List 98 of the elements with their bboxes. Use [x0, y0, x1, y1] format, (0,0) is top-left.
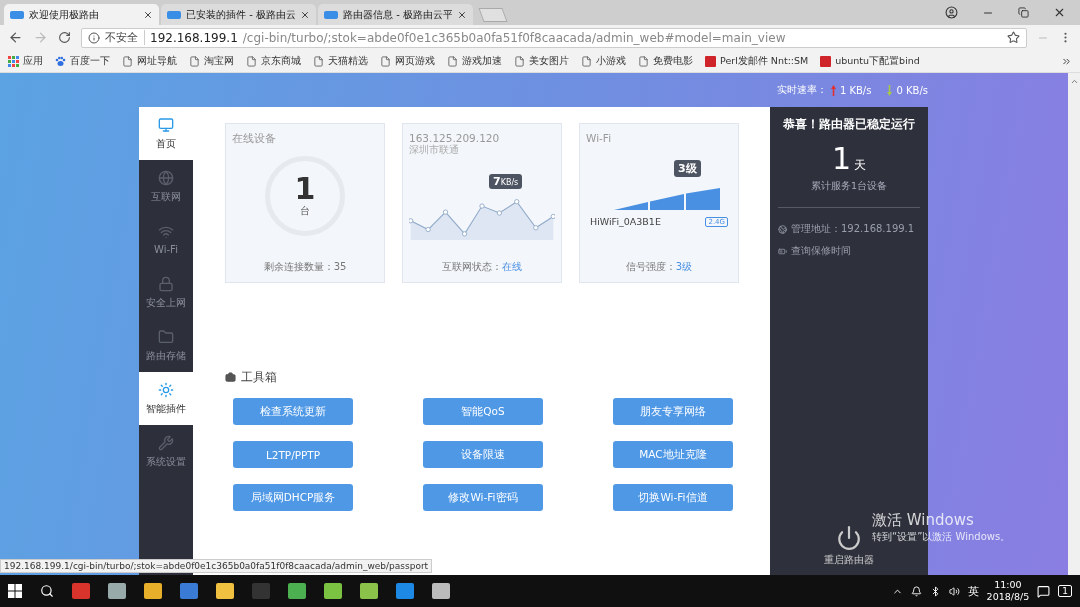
page-icon: [638, 55, 649, 67]
remaining-connections: 剩余连接数量：35: [262, 260, 348, 274]
page-icon: [313, 55, 324, 67]
uptime-days: 1: [831, 144, 852, 174]
page-icon: [122, 55, 133, 67]
profile-icon[interactable]: [945, 6, 958, 19]
rate-label: 实时速率：: [776, 83, 827, 97]
bookmark-favicon: [705, 55, 716, 67]
tab-title: 欢迎使用极路由: [29, 7, 100, 22]
sun-icon: [158, 381, 174, 398]
wrench-icon: [158, 434, 174, 451]
monitor-icon: [158, 116, 174, 133]
bookmark-link[interactable]: 美女图片: [529, 54, 569, 68]
bookmark-link[interactable]: 百度一下: [70, 54, 110, 68]
globe-icon: [778, 224, 787, 234]
page-icon: [581, 55, 592, 67]
site-favicon: [167, 10, 181, 19]
address-field[interactable]: 不安全 192.168.199.1 /cgi-bin/turbo/;stok=abde0f0e1c365b0a0fa51f0f8caacada/admin_web#model=main_view: [81, 27, 1027, 48]
signal-strength: 信号强度：3级: [624, 260, 694, 274]
bookmark-link[interactable]: 游戏加速: [462, 54, 502, 68]
speed-badge: 7KB/s: [489, 174, 523, 189]
wifi-ssid: HiWiFi_0A3B1E: [590, 216, 661, 227]
bookmark-link[interactable]: 天猫精选: [328, 54, 368, 68]
new-tab-button[interactable]: [478, 8, 508, 22]
close-icon[interactable]: [1053, 6, 1066, 19]
url-path: /cgi-bin/turbo/;stok=abde0f0e1c365b0a0fa51f0f8caacada/admin_web#model=main_view: [242, 30, 786, 45]
served-devices: 累计服务1台设备: [810, 180, 887, 193]
bookmark-favicon: [820, 55, 832, 67]
card-title: Wi-Fi: [586, 132, 613, 144]
bookmark-link[interactable]: 小游戏: [596, 54, 626, 68]
site-favicon: [10, 10, 24, 19]
card-title: 在线设备: [232, 132, 277, 146]
url-host: 192.168.199.1: [150, 30, 238, 45]
notification-count: 1: [1058, 585, 1072, 597]
sidebar-item[interactable]: 首页: [139, 107, 193, 160]
scrollbar[interactable]: [1068, 73, 1080, 575]
page-icon: [246, 55, 257, 67]
status-url: 192.168.199.1/cgi-bin/turbo/;stok=abde0f0e1c365b0a0fa51f0f8caacada/admin_web/passport: [0, 559, 433, 573]
bookmark-link[interactable]: 网页游戏: [395, 54, 435, 68]
warranty-link[interactable]: 查询保修时间: [791, 244, 851, 258]
bell-icon[interactable]: [910, 585, 922, 597]
security-label: 不安全: [105, 30, 145, 45]
days-unit: 天: [854, 157, 867, 174]
tab-title: 已安装的插件 - 极路由云: [186, 7, 295, 22]
windows-logo-icon[interactable]: [8, 584, 22, 598]
browser-tab[interactable]: 欢迎使用极路由: [4, 4, 159, 25]
browser-tab[interactable]: 路由器信息 - 极路由云平: [318, 4, 473, 25]
folder-icon: [158, 328, 174, 345]
lock-icon: [158, 275, 174, 292]
down-arrow-icon: [887, 84, 893, 96]
bookmark-link[interactable]: Perl发邮件 Nnt::SM: [720, 54, 809, 68]
volume-icon[interactable]: [948, 585, 960, 597]
upload-rate: 1 KB/s: [839, 84, 872, 96]
forward-icon[interactable]: [33, 30, 48, 45]
briefcase-icon: [225, 372, 236, 383]
close-icon[interactable]: [143, 9, 153, 20]
toolbox-title: 工具箱: [241, 369, 277, 386]
reload-icon[interactable]: [58, 31, 71, 44]
download-rate: 0 KB/s: [896, 84, 928, 96]
device-unit: 台: [300, 204, 310, 218]
info-icon: [88, 31, 100, 44]
isp-name: 深圳市联通: [409, 144, 460, 157]
bookmark-link[interactable]: 免费电影: [653, 54, 693, 68]
site-favicon: [324, 10, 338, 19]
scroll-up-icon[interactable]: [1069, 77, 1079, 86]
power-icon: [836, 525, 862, 551]
wan-ip: 163.125.209.120: [409, 132, 501, 144]
up-arrow-icon: [830, 84, 836, 96]
ime-indicator[interactable]: 英: [967, 583, 979, 599]
internet-status: 互联网状态：在线: [441, 260, 523, 274]
bookmark-link[interactable]: ubuntu下配置bind: [835, 54, 920, 68]
close-icon[interactable]: [300, 9, 310, 20]
notification-icon[interactable]: [1037, 584, 1051, 598]
device-count: 1: [294, 174, 316, 204]
browser-tab[interactable]: 已安装的插件 - 极路由云: [161, 4, 316, 25]
bookmark-link[interactable]: 网址导航: [137, 54, 177, 68]
level-badge: 3级: [674, 160, 701, 177]
back-icon[interactable]: [8, 30, 23, 45]
search-icon[interactable]: [40, 584, 54, 598]
wifi-icon: [158, 224, 174, 240]
panel-title: 恭喜！路由器已稳定运行: [783, 117, 915, 132]
bookmark-link[interactable]: 应用: [23, 54, 43, 68]
apps-grid-icon: [8, 55, 19, 67]
admin-address: 管理地址：192.168.199.1: [791, 222, 915, 236]
star-icon[interactable]: [1007, 31, 1020, 44]
bookmark-link[interactable]: 淘宝网: [204, 54, 234, 68]
sidebar-item[interactable]: 智能插件: [139, 372, 193, 425]
globe-icon: [158, 169, 174, 186]
paw-icon: [55, 55, 66, 67]
tab-title: 路由器信息 - 极路由云平: [343, 7, 452, 22]
page-icon: [189, 55, 200, 67]
close-icon[interactable]: [457, 9, 467, 20]
page-icon: [447, 55, 458, 67]
bookmark-link[interactable]: 京东商城: [261, 54, 301, 68]
page-icon: [380, 55, 391, 67]
page-icon: [514, 55, 525, 67]
clock[interactable]: 11:00 2018/8/5: [986, 579, 1030, 603]
restore-icon[interactable]: [1018, 7, 1029, 18]
